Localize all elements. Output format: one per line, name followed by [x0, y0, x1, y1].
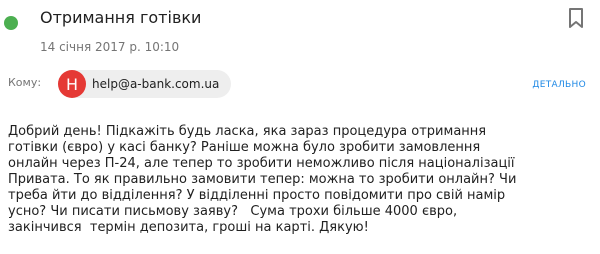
sender-status-dot [4, 16, 18, 30]
email-subject: Отримання готівки [40, 8, 202, 27]
recipient-chip[interactable]: H help@a-bank.com.ua [58, 70, 232, 98]
recipient-email: help@a-bank.com.ua [92, 77, 220, 91]
message-line: Привата. То як правильно замовити тепер:… [8, 172, 517, 187]
recipient-avatar: H [58, 70, 86, 98]
email-view: Отримання готівки 14 січня 2017 р. 10:10… [0, 0, 600, 254]
message-line: закінчився термін депозита, гроші на кар… [8, 220, 369, 235]
bookmark-icon[interactable] [566, 6, 586, 30]
to-label: Кому: [8, 76, 42, 89]
email-date: 14 січня 2017 р. 10:10 [40, 40, 180, 54]
message-line: готівки (євро) у касі банку? Раніше можн… [8, 140, 481, 155]
message-line: усно? Чи писати письмову заяву? Сума тро… [8, 204, 458, 219]
message-line: треба йти до відділення? У відділенні пр… [8, 188, 506, 203]
message-body: Добрий день! Підкажіть будь ласка, яка з… [8, 124, 598, 236]
message-line: Добрий день! Підкажіть будь ласка, яка з… [8, 124, 487, 139]
details-link[interactable]: ДЕТАЛЬНО [532, 80, 586, 90]
message-line: онлайн через П-24, але тепер то зробити … [8, 156, 515, 171]
